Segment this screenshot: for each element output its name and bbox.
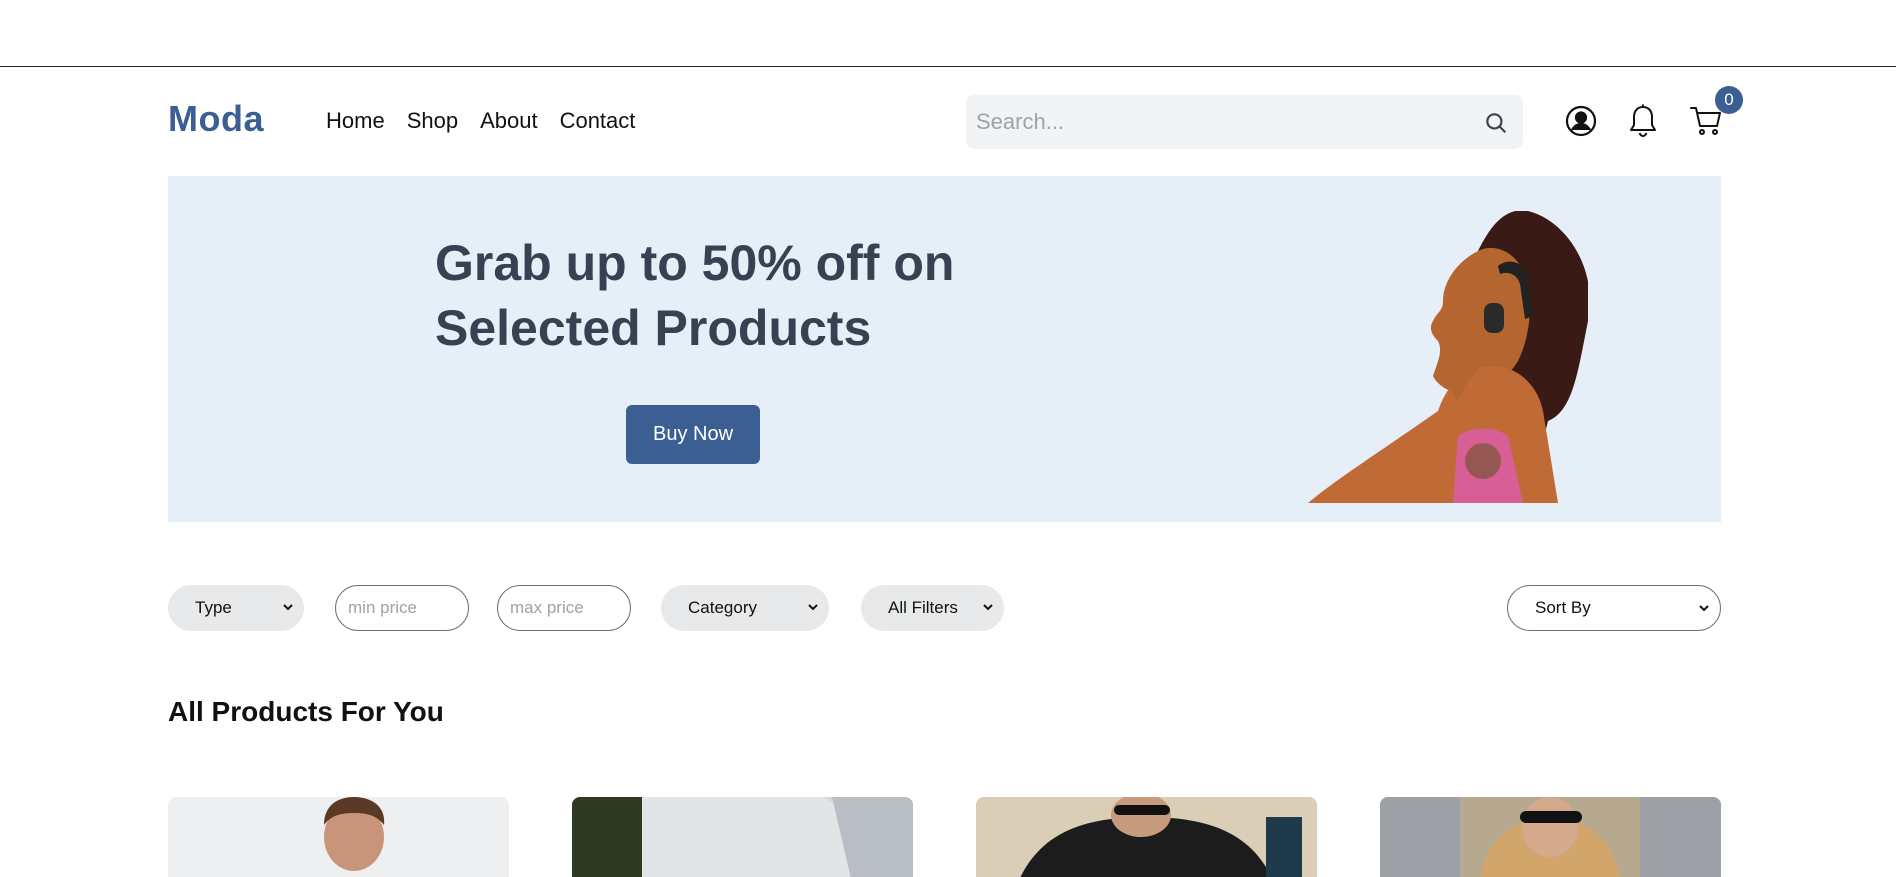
product-image — [572, 797, 913, 877]
sort-by-select[interactable]: Sort By — [1507, 585, 1721, 631]
product-card[interactable] — [572, 797, 913, 877]
all-filters-select[interactable]: All Filters — [861, 585, 1004, 631]
filter-bar: Type Category All Filters Sort By — [0, 585, 1896, 631]
nav-home[interactable]: Home — [326, 108, 385, 134]
hero-title-line2: Selected Products — [435, 300, 872, 356]
product-card[interactable] — [168, 797, 509, 877]
chevron-down-icon — [283, 604, 293, 611]
product-image — [168, 797, 509, 877]
type-select-label: Type — [195, 598, 232, 617]
min-price-input[interactable] — [335, 585, 469, 631]
nav-about[interactable]: About — [480, 108, 538, 134]
hero-woman-headphones-image — [1308, 211, 1588, 503]
chevron-down-icon — [983, 604, 993, 611]
brand-logo[interactable]: Moda — [168, 98, 264, 140]
product-image — [1380, 797, 1721, 877]
cart-count-badge: 0 — [1715, 86, 1743, 114]
max-price-input[interactable] — [497, 585, 631, 631]
hero-title-line1: Grab up to 50% off on — [435, 235, 955, 291]
product-image — [976, 797, 1317, 877]
chevron-down-icon — [808, 604, 818, 611]
user-icon[interactable] — [1565, 105, 1599, 139]
type-select[interactable]: Type — [168, 585, 304, 631]
sort-by-label: Sort By — [1535, 598, 1591, 617]
search-bar — [966, 95, 1523, 149]
category-select[interactable]: Category — [661, 585, 829, 631]
product-card[interactable] — [1380, 797, 1721, 877]
hero-title: Grab up to 50% off on Selected Products — [435, 231, 1055, 361]
search-icon[interactable] — [1483, 110, 1509, 136]
product-card[interactable] — [976, 797, 1317, 877]
search-input[interactable] — [976, 95, 1446, 149]
cart-icon[interactable] — [1689, 105, 1723, 139]
category-select-label: Category — [688, 598, 757, 617]
hero-banner: Grab up to 50% off on Selected Products … — [168, 176, 1721, 522]
buy-now-button[interactable]: Buy Now — [626, 405, 760, 464]
bell-icon[interactable] — [1627, 103, 1661, 138]
products-section-title: All Products For You — [168, 696, 444, 727]
top-bar — [0, 0, 1896, 67]
chevron-down-icon — [1699, 605, 1709, 612]
all-filters-label: All Filters — [888, 598, 958, 617]
nav-contact[interactable]: Contact — [560, 108, 636, 134]
nav-shop[interactable]: Shop — [407, 108, 458, 134]
main-nav: Home Shop About Contact — [326, 108, 635, 134]
